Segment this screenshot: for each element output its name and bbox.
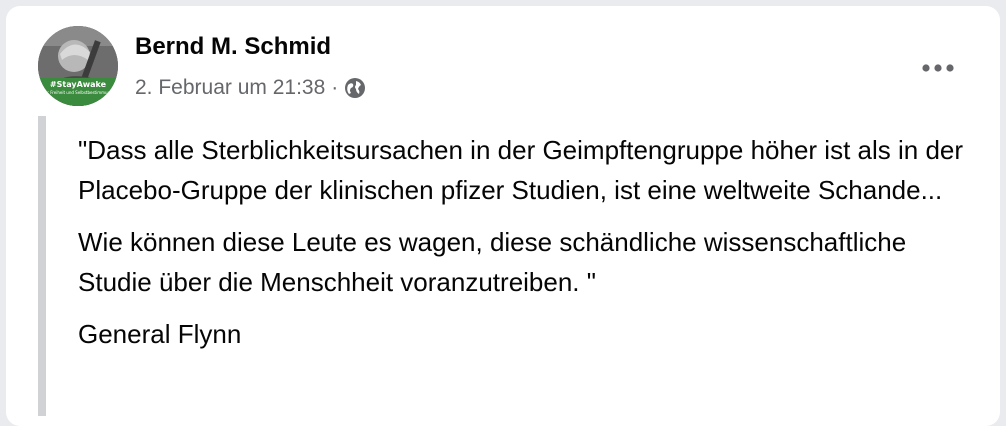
post-meta: 2. Februar um 21:38 · — [135, 76, 366, 100]
post-paragraph: "Dass alle Sterblichkeitsursachen in der… — [78, 135, 964, 205]
badge-subtitle: für Freiheit und Selbstbestimmung — [43, 90, 113, 95]
post-timestamp[interactable]: 2. Februar um 21:38 — [135, 76, 325, 100]
quote-bar — [38, 116, 46, 416]
post-attribution: General Flynn — [78, 319, 242, 349]
more-options-button[interactable] — [914, 48, 962, 88]
meta-separator: · — [331, 76, 339, 99]
post-paragraph: Wie können diese Leute es wagen, diese s… — [78, 227, 907, 297]
badge-tag: #StayAwake — [49, 80, 107, 89]
post-body: "Dass alle Sterblichkeitsursachen in der… — [78, 130, 978, 366]
globe-icon[interactable] — [344, 77, 366, 99]
avatar[interactable]: #StayAwake für Freiheit und Selbstbestim… — [38, 26, 118, 106]
post-card: #StayAwake für Freiheit und Selbstbestim… — [6, 6, 1000, 426]
author-name[interactable]: Bernd M. Schmid — [135, 33, 331, 61]
more-options-icon — [922, 64, 954, 72]
stayawake-badge: #StayAwake für Freiheit und Selbstbestim… — [38, 78, 118, 106]
